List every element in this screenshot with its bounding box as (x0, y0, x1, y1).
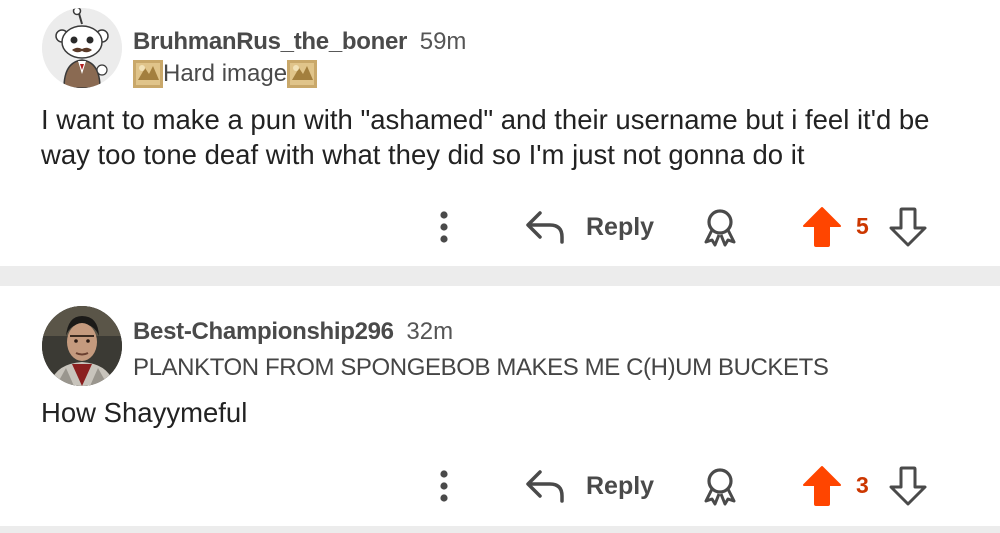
award-button[interactable] (700, 207, 740, 247)
timestamp: 32m (406, 318, 454, 345)
flair-emoji-icon (133, 60, 163, 88)
username[interactable]: Best-Championship296 (133, 318, 394, 345)
award-icon (704, 468, 736, 506)
upvote-button[interactable] (802, 465, 842, 507)
downvote-arrow-icon (889, 207, 927, 247)
upvote-button[interactable] (802, 206, 842, 248)
comment: BruhmanRus_the_boner 59m Hard image I wa… (0, 0, 1000, 266)
user-flair: PLANKTON FROM SPONGEBOB MAKES ME C(H)UM … (133, 354, 829, 382)
comment-meta: BruhmanRus_the_boner 59m (133, 28, 466, 56)
downvote-button[interactable] (888, 206, 928, 248)
upvote-arrow-icon (803, 466, 841, 506)
vote-score: 5 (856, 213, 869, 239)
more-options-button[interactable] (430, 207, 458, 247)
comment-actions: Reply 5 (0, 197, 1000, 257)
more-options-button[interactable] (430, 466, 458, 506)
user-flair: Hard image (133, 60, 318, 88)
timestamp: 59m (419, 28, 467, 55)
reply-button[interactable]: Reply (524, 205, 654, 249)
comment-body: How Shayymeful (41, 397, 248, 428)
award-button[interactable] (700, 466, 740, 506)
reply-label: Reply (586, 471, 655, 500)
profile-photo-avatar (42, 306, 122, 386)
comment: Best-Championship296 32m PLANKTON FROM S… (0, 286, 1000, 526)
user-avatar[interactable] (42, 306, 122, 386)
reply-arrow-icon (526, 211, 564, 244)
downvote-arrow-icon (889, 466, 927, 506)
award-icon (704, 209, 736, 247)
comment-body: I want to make a pun with "ashamed" and … (41, 104, 930, 170)
comment-divider (0, 526, 1000, 533)
comment-meta: Best-Championship296 32m (133, 318, 453, 346)
flair-text: Hard image (163, 60, 288, 87)
reply-button[interactable]: Reply (524, 464, 654, 508)
comment-divider (0, 266, 1000, 286)
more-options-icon (440, 470, 448, 502)
vote-score: 3 (856, 472, 869, 498)
user-avatar[interactable] (42, 8, 122, 88)
flair-emoji-icon (287, 60, 318, 88)
username[interactable]: BruhmanRus_the_boner (133, 28, 407, 55)
upvote-arrow-icon (803, 207, 841, 247)
reply-arrow-icon (526, 470, 564, 503)
flair-text: PLANKTON FROM SPONGEBOB MAKES ME C(H)UM … (133, 354, 829, 381)
comment-actions: Reply 3 (0, 456, 1000, 516)
reply-label: Reply (586, 212, 655, 241)
more-options-icon (440, 211, 448, 243)
snoo-avatar-icon (42, 8, 122, 88)
downvote-button[interactable] (888, 465, 928, 507)
